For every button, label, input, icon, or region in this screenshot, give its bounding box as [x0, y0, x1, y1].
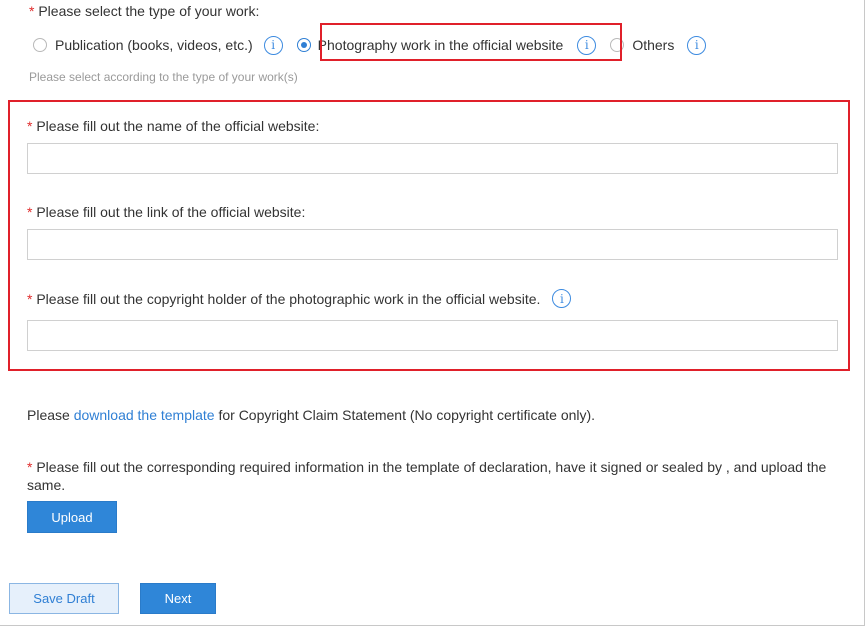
website-link-input[interactable]	[27, 229, 838, 260]
work-type-hint: Please select according to the type of y…	[29, 70, 298, 84]
website-link-label: * Please fill out the link of the offici…	[27, 204, 305, 220]
required-mark: *	[27, 204, 33, 220]
info-circle-icon[interactable]: i	[263, 35, 283, 55]
template-download-text: Please download the template for Copyrig…	[27, 407, 595, 423]
required-mark: *	[29, 3, 35, 19]
download-template-link[interactable]: download the template	[74, 407, 215, 423]
template-prefix: Please	[27, 407, 74, 423]
declaration-instruction: * Please fill out the corresponding requ…	[27, 458, 847, 494]
required-mark: *	[27, 459, 33, 475]
website-name-label: * Please fill out the name of the offici…	[27, 118, 319, 134]
declaration-text: Please fill out the corresponding requir…	[27, 459, 827, 493]
radio-photography[interactable]	[296, 38, 311, 52]
save-draft-button[interactable]: Save Draft	[9, 583, 119, 614]
radio-option-publication[interactable]: Publication (books, videos, etc.)	[33, 37, 253, 53]
copyright-holder-input[interactable]	[27, 320, 838, 351]
selected-option-highlight	[320, 23, 622, 61]
copyright-holder-label: * Please fill out the copyright holder o…	[27, 289, 572, 308]
work-type-title-text: Please select the type of your work:	[38, 3, 260, 19]
required-mark: *	[27, 290, 33, 307]
info-circle-icon[interactable]: i	[552, 289, 572, 308]
template-suffix: for Copyright Claim Statement (No copyri…	[214, 407, 596, 423]
radio-label-others[interactable]: Others	[632, 37, 674, 53]
upload-button[interactable]: Upload	[27, 501, 117, 533]
work-type-title: * Please select the type of your work:	[29, 3, 259, 19]
copyright-holder-label-text: Please fill out the copyright holder of …	[36, 290, 541, 307]
next-button[interactable]: Next	[140, 583, 216, 614]
radio-publication[interactable]	[33, 38, 47, 52]
website-name-label-text: Please fill out the name of the official…	[36, 118, 320, 134]
website-link-label-text: Please fill out the link of the official…	[36, 204, 306, 220]
required-mark: *	[27, 118, 33, 134]
radio-label-publication[interactable]: Publication (books, videos, etc.)	[55, 37, 253, 53]
website-name-input[interactable]	[27, 143, 838, 174]
info-circle-icon[interactable]: i	[687, 35, 707, 55]
